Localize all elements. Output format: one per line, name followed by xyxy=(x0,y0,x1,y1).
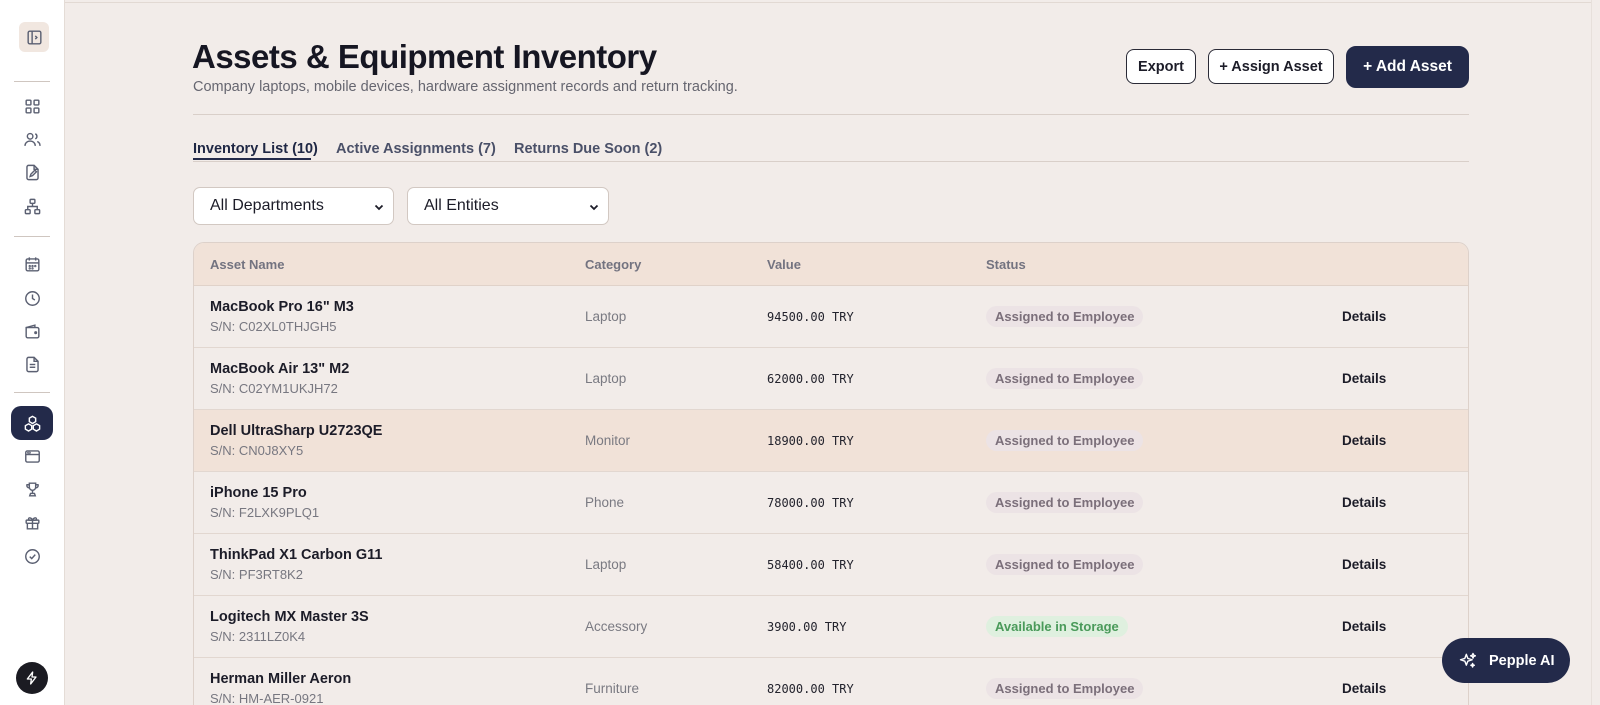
page-subtitle: Company laptops, mobile devices, hardwar… xyxy=(193,79,738,95)
details-link[interactable]: Details xyxy=(1342,309,1386,324)
assets-boxes-icon[interactable] xyxy=(11,406,53,440)
asset-value: 82000.00 TRY xyxy=(767,682,854,696)
status-badge: Available in Storage xyxy=(986,616,1128,637)
column-header-value: Value xyxy=(767,257,801,272)
chevron-down-icon xyxy=(589,204,599,211)
chevron-down-icon xyxy=(374,204,384,211)
check-circle-icon[interactable] xyxy=(14,540,50,572)
asset-value: 18900.00 TRY xyxy=(767,434,854,448)
document-edit-icon[interactable] xyxy=(14,156,50,188)
asset-serial: S/N: F2LXK9PLQ1 xyxy=(210,505,320,520)
column-header-status: Status xyxy=(986,257,1026,272)
details-link[interactable]: Details xyxy=(1342,619,1386,634)
asset-category: Monitor xyxy=(585,433,631,448)
asset-name: Herman Miller Aeron xyxy=(210,671,352,687)
asset-serial: S/N: PF3RT8K2 xyxy=(210,567,303,582)
tab-returns-due-soon[interactable]: Returns Due Soon (2) xyxy=(514,141,662,157)
details-link[interactable]: Details xyxy=(1342,495,1386,510)
export-button[interactable]: Export xyxy=(1126,49,1196,84)
department-select[interactable]: All Departments xyxy=(193,187,394,225)
entity-select-value: All Entities xyxy=(424,197,499,214)
bolt-icon[interactable] xyxy=(16,662,48,694)
table-row[interactable]: Herman Miller Aeron S/N: HM-AER-0921 Fur… xyxy=(194,658,1468,705)
clock-icon[interactable] xyxy=(14,282,50,314)
tab-inventory-list[interactable]: Inventory List (10) xyxy=(193,141,318,157)
asset-serial: S/N: C02XL0THJGH5 xyxy=(210,319,337,334)
table-row[interactable]: ThinkPad X1 Carbon G11 S/N: PF3RT8K2 Lap… xyxy=(194,534,1468,596)
column-header-category: Category xyxy=(585,257,642,272)
asset-serial: S/N: CN0J8XY5 xyxy=(210,443,304,458)
status-badge: Assigned to Employee xyxy=(986,306,1144,327)
panel-toggle-icon[interactable] xyxy=(19,22,49,52)
asset-value: 62000.00 TRY xyxy=(767,372,854,386)
asset-category: Laptop xyxy=(585,371,627,386)
pepple-ai-button[interactable]: Pepple AI xyxy=(1442,638,1570,683)
page-title: Assets & Equipment Inventory xyxy=(192,38,657,75)
people-icon[interactable] xyxy=(14,123,50,155)
table-header: Asset Name Category Value Status xyxy=(194,243,1468,286)
asset-category: Laptop xyxy=(585,309,627,324)
asset-category: Laptop xyxy=(585,557,627,572)
scrollbar[interactable] xyxy=(1591,0,1600,705)
active-tab-indicator xyxy=(193,158,311,160)
asset-name: Dell UltraSharp U2723QE xyxy=(210,423,383,439)
asset-name: MacBook Air 13" M2 xyxy=(210,361,350,377)
gift-icon[interactable] xyxy=(14,506,50,538)
asset-category: Accessory xyxy=(585,619,648,634)
details-link[interactable]: Details xyxy=(1342,557,1386,572)
table-row[interactable]: MacBook Air 13" M2 S/N: C02YM1UKJH72 Lap… xyxy=(194,348,1468,410)
tabs-divider xyxy=(193,161,1469,162)
asset-name: iPhone 15 Pro xyxy=(210,485,307,501)
pepple-ai-label: Pepple AI xyxy=(1489,652,1555,669)
tab-active-assignments[interactable]: Active Assignments (7) xyxy=(336,141,496,157)
status-badge: Assigned to Employee xyxy=(986,678,1144,699)
status-badge: Assigned to Employee xyxy=(986,368,1144,389)
top-border xyxy=(65,2,1600,3)
asset-serial: S/N: C02YM1UKJH72 xyxy=(210,381,338,396)
inventory-table: Asset Name Category Value Status MacBook… xyxy=(193,242,1469,705)
sidebar-divider xyxy=(14,392,50,393)
department-select-value: All Departments xyxy=(210,197,324,214)
assign-asset-button[interactable]: + Assign Asset xyxy=(1208,49,1334,84)
asset-serial: S/N: 2311LZ0K4 xyxy=(210,629,306,644)
table-row[interactable]: Logitech MX Master 3S S/N: 2311LZ0K4 Acc… xyxy=(194,596,1468,658)
table-row[interactable]: Dell UltraSharp U2723QE S/N: CN0J8XY5 Mo… xyxy=(194,410,1468,472)
asset-value: 94500.00 TRY xyxy=(767,310,854,324)
asset-name: ThinkPad X1 Carbon G11 xyxy=(210,547,383,563)
details-link[interactable]: Details xyxy=(1342,681,1386,696)
asset-value: 78000.00 TRY xyxy=(767,496,854,510)
asset-value: 58400.00 TRY xyxy=(767,558,854,572)
table-row[interactable]: MacBook Pro 16" M3 S/N: C02XL0THJGH5 Lap… xyxy=(194,286,1468,348)
details-link[interactable]: Details xyxy=(1342,433,1386,448)
wallet-icon[interactable] xyxy=(14,315,50,347)
asset-category: Furniture xyxy=(585,681,640,696)
header-divider xyxy=(193,114,1469,115)
sidebar-divider xyxy=(14,236,50,237)
org-chart-icon[interactable] xyxy=(14,190,50,222)
asset-category: Phone xyxy=(585,495,625,510)
file-text-icon[interactable] xyxy=(14,348,50,380)
dashboard-grid-icon[interactable] xyxy=(14,90,50,122)
table-row[interactable]: iPhone 15 Pro S/N: F2LXK9PLQ1 Phone 7800… xyxy=(194,472,1468,534)
asset-name: MacBook Pro 16" M3 xyxy=(210,299,354,315)
asset-serial: S/N: HM-AER-0921 xyxy=(210,691,324,705)
column-header-asset-name: Asset Name xyxy=(210,257,285,272)
calendar-icon[interactable] xyxy=(14,248,50,280)
status-badge: Assigned to Employee xyxy=(986,430,1144,451)
trophy-icon[interactable] xyxy=(14,473,50,505)
status-badge: Assigned to Employee xyxy=(986,492,1144,513)
sidebar xyxy=(0,0,65,705)
add-asset-button[interactable]: + Add Asset xyxy=(1346,46,1469,88)
browser-window-icon[interactable] xyxy=(14,440,50,472)
details-link[interactable]: Details xyxy=(1342,371,1386,386)
asset-value: 3900.00 TRY xyxy=(767,620,847,634)
sidebar-divider xyxy=(14,81,50,82)
entity-select[interactable]: All Entities xyxy=(407,187,609,225)
asset-name: Logitech MX Master 3S xyxy=(210,609,369,625)
sparkles-icon xyxy=(1459,652,1477,668)
status-badge: Assigned to Employee xyxy=(986,554,1144,575)
